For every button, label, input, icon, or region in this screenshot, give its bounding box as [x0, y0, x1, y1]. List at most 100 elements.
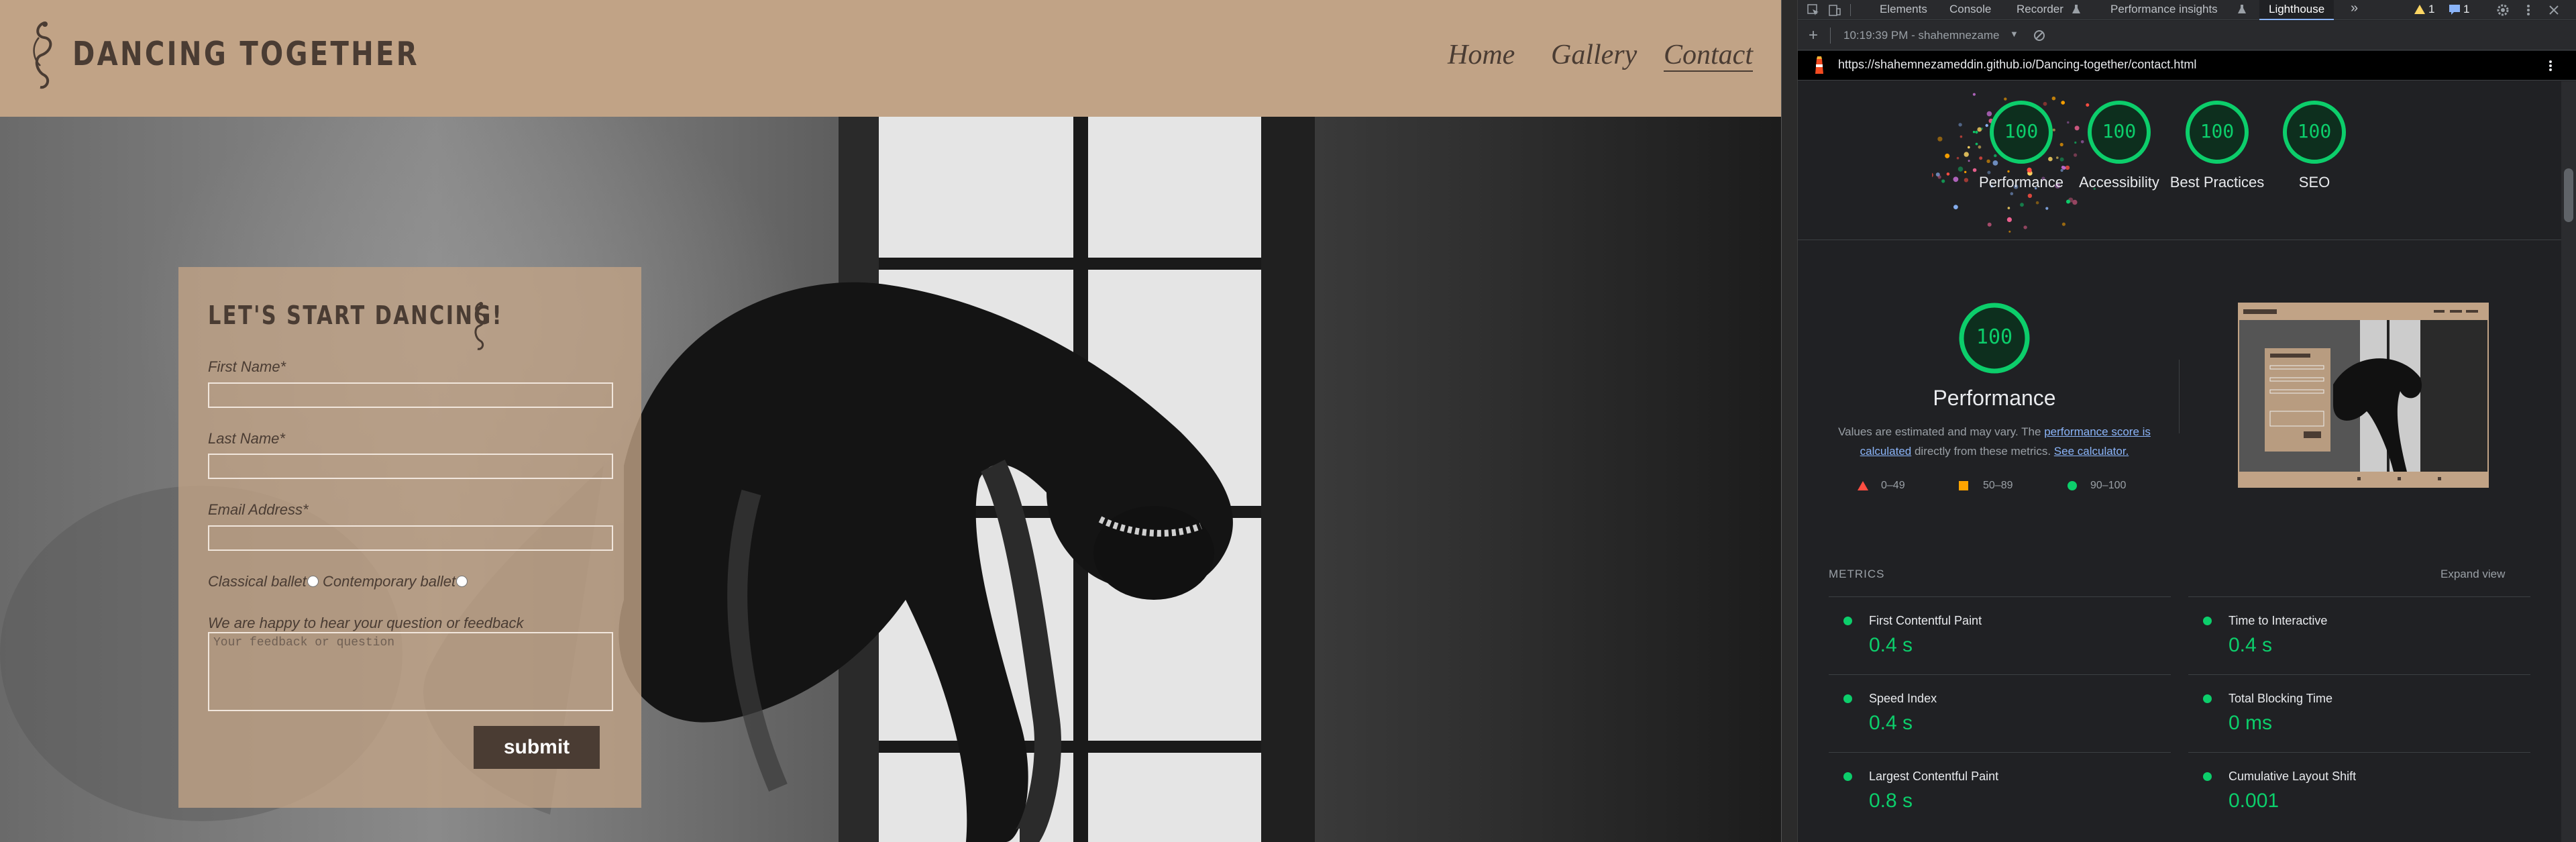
close-icon[interactable]: [2546, 3, 2561, 17]
metric-separator: [1829, 596, 2171, 597]
fail-triangle-icon: [1858, 481, 1868, 490]
confetti-dot: [1953, 176, 1959, 182]
email-input[interactable]: [208, 525, 613, 551]
last-name-label: Last Name*: [208, 430, 285, 447]
confetti-dot: [1979, 156, 1983, 160]
confetti-dot: [2020, 203, 2024, 207]
confetti-dot: [1956, 156, 1960, 160]
confetti-dot: [2059, 157, 2064, 162]
clear-block-icon[interactable]: [2033, 29, 2046, 42]
feedback-label: We are happy to hear your question or fe…: [208, 615, 524, 631]
toolbar-divider: [1830, 28, 1831, 44]
tab-lighthouse[interactable]: Lighthouse: [2259, 0, 2334, 20]
metric-name: Time to Interactive: [2229, 614, 2328, 627]
new-report-plus-icon[interactable]: +: [1809, 26, 1818, 45]
metric-value: 0.001: [2229, 790, 2279, 812]
confetti-dot: [2061, 166, 2065, 169]
site-title[interactable]: DANCING TOGETHER: [72, 35, 419, 73]
lighthouse-logo-icon: [1815, 56, 1823, 74]
confetti-dot: [2045, 207, 2049, 210]
legend-average-range: 50–89: [1983, 480, 2013, 491]
confetti-dot: [2061, 222, 2065, 226]
warning-count[interactable]: 1: [2428, 3, 2434, 16]
confetti-dot: [1987, 222, 1992, 227]
metric-pass-dot: [1843, 772, 1852, 781]
submit-button[interactable]: submit: [474, 726, 600, 769]
confetti-dot: [1975, 142, 1978, 146]
site-header: DANCING TOGETHER Home Gallery Contact: [0, 0, 1781, 117]
warning-icon[interactable]: [2414, 4, 2426, 15]
message-count[interactable]: 1: [2463, 3, 2469, 16]
form-heading: LET'S START DANCING!: [208, 301, 503, 330]
confetti-dot: [2027, 193, 2033, 198]
see-calculator-link[interactable]: See calculator.: [2054, 445, 2129, 458]
expand-view-toggle[interactable]: Expand view: [2440, 568, 2505, 581]
metric-value: 0.4 s: [1869, 634, 1913, 656]
metric-pass-dot: [2203, 772, 2212, 781]
confetti-dot: [1946, 172, 1950, 176]
confetti-dot: [1941, 179, 1945, 183]
tab-elements[interactable]: Elements: [1880, 3, 1927, 16]
metric-pass-dot: [1843, 617, 1852, 625]
score-label: Best Practices: [2169, 174, 2265, 191]
panel-splitter[interactable]: [1781, 0, 1798, 842]
devtools-panel: Elements Console Recorder Performance in…: [1798, 0, 2576, 842]
email-label: Email Address*: [208, 501, 309, 518]
nav-home-link[interactable]: Home: [1448, 39, 1515, 71]
more-options-icon[interactable]: [2521, 3, 2536, 17]
report-url-bar: https://shahemnezameddin.github.io/Danci…: [1798, 51, 2576, 81]
dancer-logo-icon[interactable]: [24, 17, 64, 93]
scrollbar-thumb[interactable]: [2564, 168, 2573, 222]
confetti-dot: [1957, 166, 1964, 172]
report-scrollbar[interactable]: [2561, 81, 2576, 842]
confetti-dot: [1980, 127, 1984, 130]
classical-ballet-radio[interactable]: [307, 576, 319, 587]
settings-gear-icon[interactable]: [2496, 3, 2510, 17]
score-value: 100: [2200, 120, 2235, 142]
confetti-dot: [2007, 207, 2010, 209]
contemporary-ballet-label: Contemporary ballet: [323, 573, 456, 590]
metrics-heading: METRICS: [1829, 568, 1885, 580]
message-icon[interactable]: [2449, 4, 2461, 15]
metric-pass-dot: [1843, 694, 1852, 703]
experiment-flask-icon: [2238, 5, 2246, 13]
report-dropdown-icon[interactable]: ▼: [2010, 29, 2019, 39]
metric-pass-dot: [2203, 694, 2212, 703]
confetti-dot: [1968, 160, 1970, 162]
report-selector[interactable]: 10:19:39 PM - shahemnezame: [1843, 29, 1999, 42]
tab-console[interactable]: Console: [1949, 3, 1991, 16]
pass-circle-icon: [2068, 481, 2077, 490]
metric-separator: [2188, 752, 2530, 753]
confetti-dot: [1945, 153, 1950, 158]
confetti-dot: [2072, 199, 2078, 205]
nav-gallery-link[interactable]: Gallery: [1551, 39, 1637, 71]
description-text: Values are estimated and may vary. The: [1838, 425, 2045, 438]
metric-value: 0.4 s: [1869, 712, 1913, 734]
score-value: 100: [2102, 120, 2137, 142]
devtools-tab-bar: Elements Console Recorder Performance in…: [1798, 0, 2576, 20]
confetti-dot: [2066, 199, 2070, 204]
last-name-input[interactable]: [208, 454, 613, 479]
score-label: Accessibility: [2079, 174, 2159, 191]
contemporary-ballet-radio[interactable]: [456, 576, 468, 587]
confetti-dot: [2023, 225, 2027, 229]
confetti-dot: [1964, 170, 1967, 174]
confetti-dot: [2074, 125, 2080, 131]
report-url[interactable]: https://shahemnezameddin.github.io/Danci…: [1838, 58, 2196, 72]
device-toolbar-icon[interactable]: [1827, 3, 1842, 17]
feedback-textarea[interactable]: Your feedback or question: [208, 632, 613, 711]
nav-contact-link[interactable]: Contact: [1664, 39, 1753, 71]
confetti-dot: [2067, 121, 2070, 124]
tab-performance-insights[interactable]: Performance insights: [2110, 3, 2218, 16]
more-tabs-chevron-icon[interactable]: »: [2351, 1, 2358, 16]
contact-form-card: LET'S START DANCING! First Name* Last Na…: [178, 267, 641, 808]
metric-separator: [1829, 752, 2171, 753]
performance-description: Values are estimated and may vary. The p…: [1838, 422, 2151, 461]
report-menu-icon[interactable]: [2544, 59, 2557, 72]
confetti-dot: [1964, 152, 1969, 157]
first-name-input[interactable]: [208, 382, 613, 408]
tab-recorder[interactable]: Recorder: [2017, 3, 2063, 16]
confetti-dot: [2059, 142, 2063, 147]
inspect-element-icon[interactable]: [1806, 3, 1821, 17]
page-screenshot-thumbnail[interactable]: [2238, 303, 2489, 488]
